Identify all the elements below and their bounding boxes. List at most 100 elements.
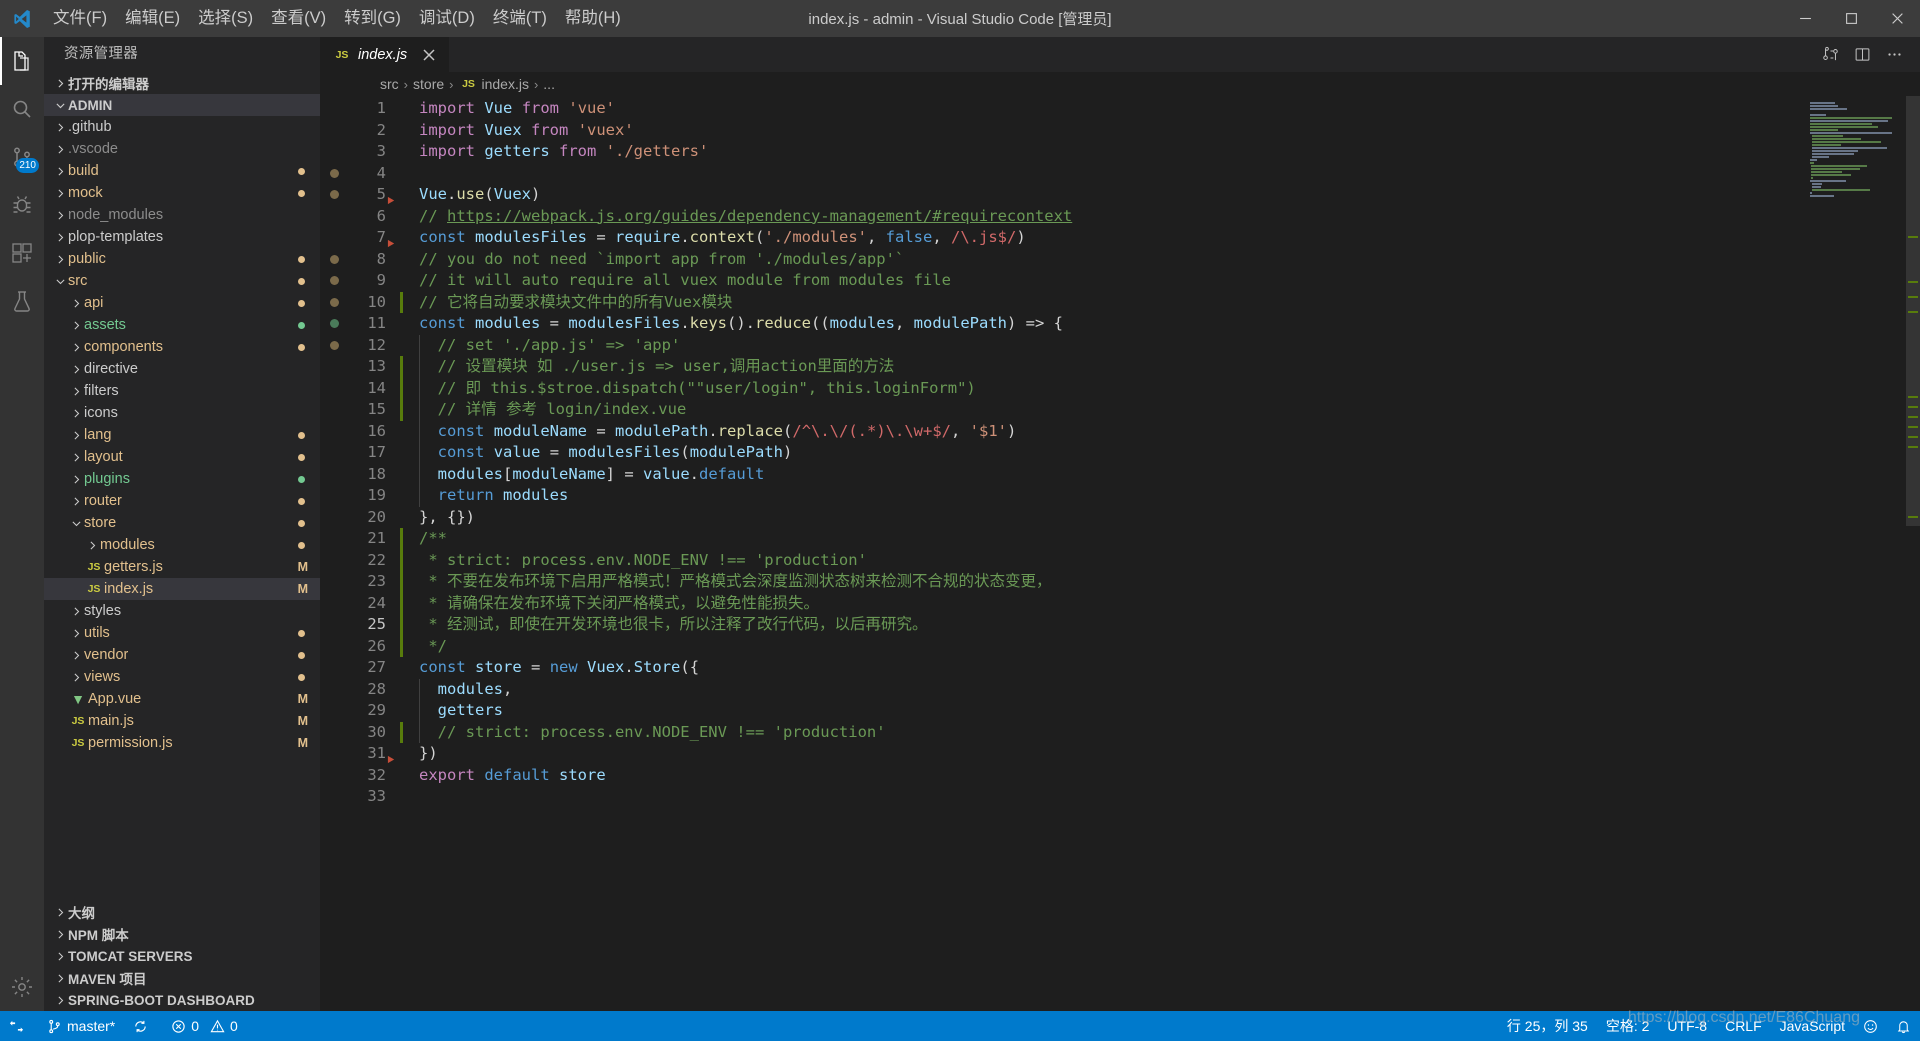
gutter-decoration-dot[interactable] [330,190,339,199]
code-line[interactable]: * 请确保在发布环境下关闭严格模式，以避免性能损失。 [419,593,1802,615]
code-line[interactable]: // strict: process.env.NODE_ENV !== 'pro… [419,721,1802,743]
menu-help[interactable]: 帮助(H) [556,0,630,37]
menu-bar[interactable]: 文件(F) 编辑(E) 选择(S) 查看(V) 转到(G) 调试(D) 终端(T… [44,0,630,37]
status-problems[interactable]: 0 0 [162,1011,247,1041]
activity-search[interactable] [0,85,44,133]
code-line[interactable]: Vue.use(Vuex) [419,184,1802,206]
open-changes-icon[interactable] [1816,41,1844,69]
tab-close-icon[interactable] [419,45,439,65]
fold-marker-icon[interactable] [387,755,396,767]
tree-item-plugins[interactable]: plugins [44,468,320,490]
activity-settings[interactable] [0,963,44,1011]
status-encoding[interactable]: UTF-8 [1658,1011,1716,1041]
tree-item-main-js[interactable]: JS main.js M [44,710,320,732]
code-line[interactable]: }, {}) [419,507,1802,529]
menu-view[interactable]: 查看(V) [262,0,335,37]
tree-item-components[interactable]: components [44,336,320,358]
code-content[interactable]: import Vue from 'vue' import Vuex from 'v… [405,96,1802,1011]
tree-item-assets[interactable]: assets [44,314,320,336]
minimap[interactable] [1802,96,1906,1011]
section-open-editors[interactable]: 打开的编辑器 [44,72,320,94]
tree-item-store[interactable]: store [44,512,320,534]
status-notifications-icon[interactable] [1887,1011,1920,1041]
tree-item-vendor[interactable]: vendor [44,644,320,666]
code-line[interactable]: // 它将自动要求模块文件中的所有Vuex模块 [419,292,1802,314]
fold-indicators[interactable] [386,96,400,1011]
code-line[interactable]: const moduleName = modulePath.replace(/^… [419,420,1802,442]
code-line[interactable]: // 详情 参考 login/index.vue [419,399,1802,421]
code-line[interactable]: const store = new Vuex.Store({ [419,657,1802,679]
code-line[interactable]: // 即 this.$stroe.dispatch(""user/login",… [419,377,1802,399]
activity-extensions[interactable] [0,229,44,277]
code-line[interactable]: // 设置模块 如 ./user.js => user,调用action里面的方… [419,356,1802,378]
more-actions-icon[interactable] [1880,41,1908,69]
status-branch[interactable]: master* [38,1011,124,1041]
tab-index-js[interactable]: JS index.js [320,37,451,72]
status-language-mode[interactable]: JavaScript [1771,1011,1854,1041]
code-line[interactable]: * 不要在发布环境下启用严格模式！严格模式会深度监测状态树来检测不合规的状态变更… [419,571,1802,593]
code-line[interactable]: const value = modulesFiles(modulePath) [419,442,1802,464]
maximize-button[interactable] [1828,0,1874,37]
tree-item-styles[interactable]: styles [44,600,320,622]
code-line[interactable] [419,786,1802,808]
split-editor-icon[interactable] [1848,41,1876,69]
code-line[interactable]: // set './app.js' => 'app' [419,334,1802,356]
activity-explorer[interactable] [0,37,44,85]
code-line[interactable]: import getters from './getters' [419,141,1802,163]
code-line[interactable]: }) [419,743,1802,765]
breadcrumb-item-index-js[interactable]: JS index.js [458,76,529,92]
code-line[interactable]: // you do not need `import app from './m… [419,249,1802,271]
breadcrumb-item--[interactable]: ... [543,76,555,92]
explorer-tree-container[interactable]: 打开的编辑器 ADMIN .github .vscode build mock node… [44,72,320,901]
code-line[interactable]: import Vuex from 'vuex' [419,120,1802,142]
code-line[interactable]: /** [419,528,1802,550]
gutter-decoration-dot[interactable] [330,319,339,328]
code-line[interactable]: return modules [419,485,1802,507]
code-line[interactable] [419,163,1802,185]
section-tomcat-servers[interactable]: TOMCAT SERVERS [44,945,320,967]
close-button[interactable] [1874,0,1920,37]
status-indentation[interactable]: 空格: 2 [1597,1011,1659,1041]
tree-item-plop-templates[interactable]: plop-templates [44,226,320,248]
tree-item-getters-js[interactable]: JS getters.js M [44,556,320,578]
gutter-decoration-dot[interactable] [330,340,339,350]
tree-item-views[interactable]: views [44,666,320,688]
tree-item--github[interactable]: .github [44,116,320,138]
section-npm-[interactable]: NPM 脚本 [44,923,320,945]
tree-item-build[interactable]: build [44,160,320,182]
status-cursor-position[interactable]: 行 25，列 35 [1498,1011,1597,1041]
section-maven-[interactable]: MAVEN 项目 [44,967,320,989]
tree-item-index-js[interactable]: JS index.js M [44,578,320,600]
section--[interactable]: 大纲 [44,901,320,923]
breadcrumb-item-src[interactable]: src [380,76,399,92]
code-line[interactable]: modules[moduleName] = value.default [419,463,1802,485]
tree-item--vscode[interactable]: .vscode [44,138,320,160]
breadcrumb[interactable]: src › store › JS index.js ›... [320,72,1920,96]
code-editor[interactable]: 1 2 3 4 5 6 7 8 9 10 11 12 13 14 15 16 17 18 19 20 21 22 23 24 2… [320,96,1920,1011]
code-line[interactable]: modules, [419,678,1802,700]
sidebar-bottom-sections[interactable]: 大纲 NPM 脚本 TOMCAT SERVERS MAVEN 项目 SPRING-BOO… [44,901,320,1011]
code-line[interactable]: // it will auto require all vuex module … [419,270,1802,292]
menu-debug[interactable]: 调试(D) [410,0,484,37]
gutter-decoration-dot[interactable] [330,168,339,178]
tree-item-permission-js[interactable]: JS permission.js M [44,732,320,754]
code-line[interactable]: getters [419,700,1802,722]
code-line[interactable]: const modules = modulesFiles.keys().redu… [419,313,1802,335]
fold-marker-icon[interactable] [387,196,396,208]
gutter-decoration-dot[interactable] [330,254,339,264]
tree-item-lang[interactable]: lang [44,424,320,446]
tree-item-layout[interactable]: layout [44,446,320,468]
file-tree[interactable]: .github .vscode build mock node_modules plop-… [44,116,320,754]
status-eol[interactable]: CRLF [1716,1011,1771,1041]
tree-item-router[interactable]: router [44,490,320,512]
menu-file[interactable]: 文件(F) [44,0,116,37]
status-remote[interactable] [0,1011,38,1041]
activity-debug[interactable] [0,181,44,229]
section-workspace[interactable]: ADMIN [44,94,320,116]
menu-edit[interactable]: 编辑(E) [116,0,189,37]
status-sync[interactable] [124,1011,162,1041]
code-line[interactable]: // https://webpack.js.org/guides/depende… [419,206,1802,228]
section-spring-boot-dashboard[interactable]: SPRING-BOOT DASHBOARD [44,989,320,1011]
menu-select[interactable]: 选择(S) [189,0,262,37]
editor-vertical-scrollbar[interactable] [1906,96,1920,1011]
